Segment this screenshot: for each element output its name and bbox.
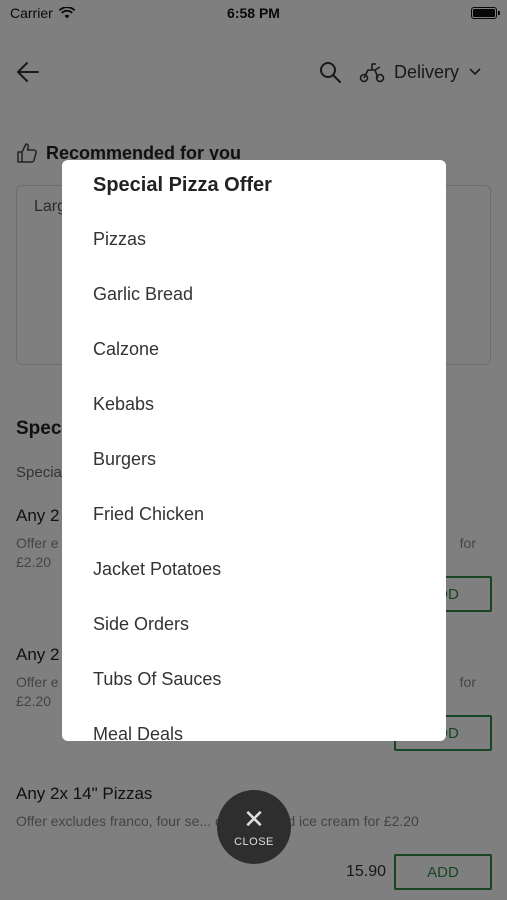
category-item-burgers[interactable]: Burgers bbox=[62, 432, 446, 487]
close-button[interactable]: ✕ CLOSE bbox=[217, 790, 291, 864]
close-icon: ✕ bbox=[243, 804, 265, 834]
category-item-kebabs[interactable]: Kebabs bbox=[62, 377, 446, 432]
category-item-meal-deals[interactable]: Meal Deals bbox=[62, 707, 446, 741]
category-item-calzone[interactable]: Calzone bbox=[62, 322, 446, 377]
category-item-garlic-bread[interactable]: Garlic Bread bbox=[62, 267, 446, 322]
category-item-tubs-of-sauces[interactable]: Tubs Of Sauces bbox=[62, 652, 446, 707]
category-list: Pizzas Garlic Bread Calzone Kebabs Burge… bbox=[62, 212, 446, 741]
modal-title: Special Pizza Offer bbox=[93, 174, 272, 196]
category-item-fried-chicken[interactable]: Fried Chicken bbox=[62, 487, 446, 542]
close-label: CLOSE bbox=[234, 836, 274, 848]
category-item-side-orders[interactable]: Side Orders bbox=[62, 597, 446, 652]
category-item-jacket-potatoes[interactable]: Jacket Potatoes bbox=[62, 542, 446, 597]
category-picker-modal: Special Pizza Offer Pizzas Garlic Bread … bbox=[62, 160, 446, 741]
category-item-pizzas[interactable]: Pizzas bbox=[62, 212, 446, 267]
